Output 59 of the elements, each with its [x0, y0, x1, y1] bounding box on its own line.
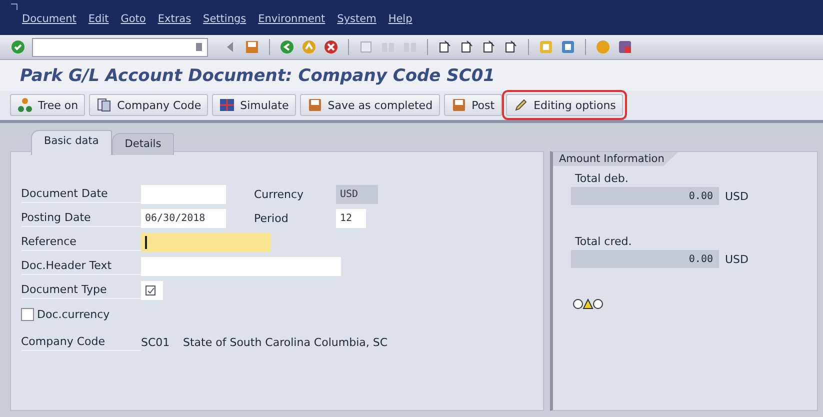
currency-label: USD	[725, 252, 749, 266]
field-label: Company Code	[21, 333, 141, 351]
menu-item[interactable]: Document	[22, 13, 76, 25]
document-icon[interactable]	[96, 97, 112, 113]
input-field[interactable]	[141, 256, 341, 276]
toolbar-button[interactable]: Save as completed	[300, 94, 440, 116]
checkbox-label: Doc.currency	[37, 308, 110, 320]
toolbar-button[interactable]: Tree on	[10, 94, 86, 116]
layout-icon[interactable]	[560, 39, 576, 55]
screen-title: Park G/L Account Document: Company Code SC01	[0, 60, 823, 91]
company-code: SC01	[141, 336, 171, 348]
page-icon[interactable]	[459, 39, 475, 55]
save-icon[interactable]	[244, 39, 260, 55]
menu-item[interactable]: Environment	[258, 13, 326, 25]
tab[interactable]: Basic data	[31, 130, 112, 155]
input-field[interactable]: 12	[336, 208, 366, 228]
enter-icon[interactable]	[10, 39, 26, 55]
page-icon[interactable]	[481, 39, 497, 55]
page-icon[interactable]	[437, 39, 453, 55]
print-icon[interactable]	[358, 39, 374, 55]
input-field[interactable]: 06/30/2018	[141, 208, 226, 228]
up-icon[interactable]	[301, 39, 317, 55]
menu-item[interactable]: Goto	[120, 13, 146, 25]
app-logo-icon	[10, 3, 18, 11]
total-label: Total deb.	[575, 172, 630, 185]
history-icon[interactable]	[195, 42, 203, 52]
cancel-icon[interactable]	[323, 39, 339, 55]
input-field[interactable]	[141, 280, 163, 300]
window-icon[interactable]	[538, 39, 554, 55]
save-icon[interactable]	[450, 97, 467, 113]
menu-item[interactable]: System	[337, 13, 376, 25]
save-icon[interactable]	[306, 97, 323, 113]
total-label: Total cred.	[575, 235, 633, 248]
toolbar-button[interactable]: Company Code	[89, 94, 208, 116]
checkbox[interactable]	[21, 308, 34, 320]
tab[interactable]: Details	[112, 133, 174, 155]
input-field[interactable]	[141, 232, 271, 252]
edit-icon	[145, 284, 156, 296]
tree-icon[interactable]	[17, 97, 33, 113]
page-icon[interactable]	[503, 39, 519, 55]
menu-item[interactable]: Extras	[158, 13, 192, 25]
field-label: Period	[254, 212, 290, 224]
pencil-icon[interactable]	[512, 97, 529, 113]
field-label: Currency	[254, 188, 305, 200]
back-icon[interactable]	[279, 39, 295, 55]
company-name: State of South Carolina Columbia, SC	[183, 336, 388, 348]
input-field[interactable]	[141, 184, 226, 204]
menu-item[interactable]: Settings	[203, 13, 246, 25]
amount-field: 0.00	[571, 250, 719, 268]
group-title: Amount Information	[553, 152, 678, 166]
menu-item[interactable]: Edit	[88, 13, 109, 25]
toolbar-button[interactable]: Simulate	[212, 94, 296, 116]
table-icon[interactable]	[219, 97, 236, 113]
input-field: USD	[336, 184, 378, 204]
currency-label: USD	[725, 190, 749, 202]
command-field[interactable]	[32, 38, 208, 56]
toolbar-button[interactable]: Post	[444, 94, 502, 116]
amount-field: 0.00	[571, 187, 719, 205]
menu-item[interactable]: Help	[388, 13, 412, 25]
